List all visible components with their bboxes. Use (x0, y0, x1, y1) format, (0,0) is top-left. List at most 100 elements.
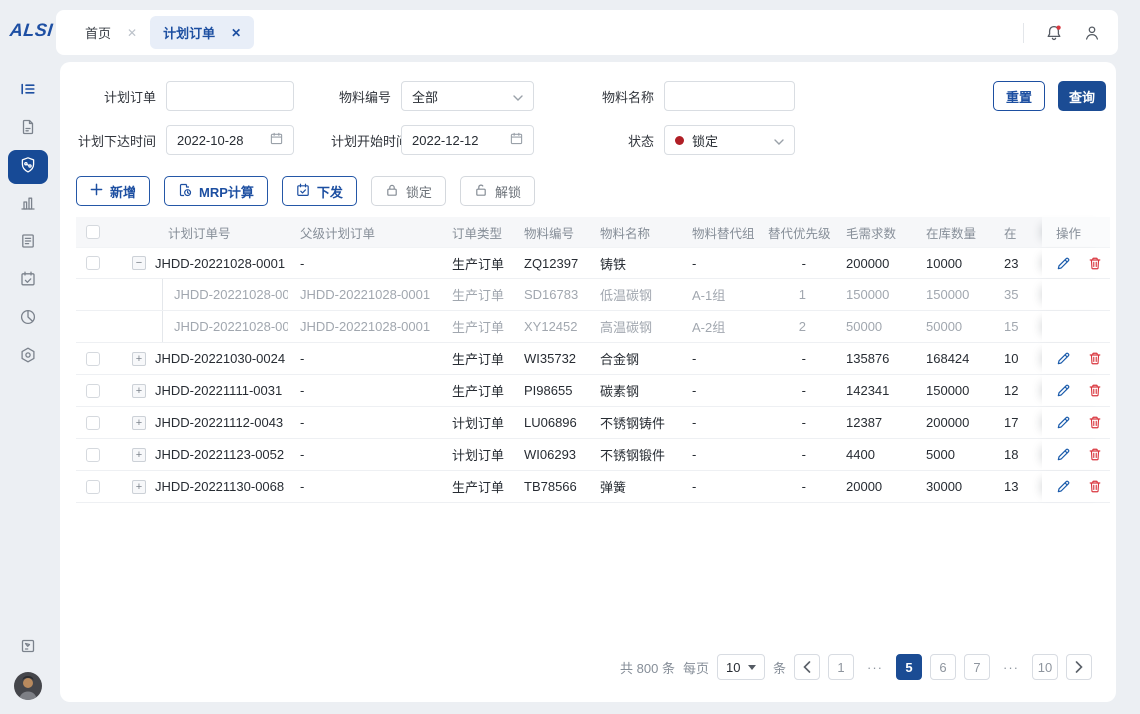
row-checkbox[interactable] (86, 384, 100, 398)
expand-toggle-icon[interactable]: + (132, 416, 146, 430)
tab-close-icon[interactable]: ✕ (231, 26, 241, 40)
substitute-group: - (680, 439, 756, 470)
row-checkbox[interactable] (86, 416, 100, 430)
expand-toggle-icon[interactable]: − (132, 256, 146, 270)
sidebar-item-statistics[interactable] (8, 302, 48, 336)
row-checkbox[interactable] (86, 352, 100, 366)
page-button[interactable]: 5 (896, 654, 922, 680)
mrp-calc-button[interactable]: MRP计算 (164, 176, 268, 206)
edit-icon[interactable] (1056, 479, 1072, 495)
notification-bell-icon[interactable] (1044, 23, 1064, 43)
delete-icon[interactable] (1088, 255, 1104, 271)
delete-icon[interactable] (1088, 479, 1104, 495)
release-button[interactable]: 下发 (282, 176, 357, 206)
table-row: JHDD-20221028-0001-1 JHDD-20221028-0001 … (76, 279, 1110, 311)
sidebar-item-reports[interactable] (8, 188, 48, 222)
prev-page-button[interactable] (794, 654, 820, 680)
material-code-select[interactable]: 全部 (401, 81, 534, 111)
clipped-value: 17 (992, 407, 1042, 438)
unlock-icon (474, 183, 488, 200)
per-page-select[interactable]: 10 (717, 654, 765, 680)
edit-icon[interactable] (1056, 255, 1072, 271)
clipboard-icon (19, 232, 37, 255)
material-name: 碳素钢 (588, 375, 680, 406)
row-checkbox[interactable] (86, 448, 100, 462)
col-substitute-group: 物料替代组 (680, 217, 756, 247)
delete-icon[interactable] (1088, 415, 1104, 431)
page-button[interactable]: 1 (828, 654, 854, 680)
sidebar-item-collapse-menu[interactable] (8, 74, 48, 108)
expand-toggle-icon[interactable]: + (132, 384, 146, 398)
next-page-button[interactable] (1066, 654, 1092, 680)
stock-qty: 10000 (914, 248, 992, 278)
material-code: SD16783 (512, 279, 588, 310)
expand-toggle-icon[interactable]: + (132, 352, 146, 366)
edit-icon[interactable] (1056, 415, 1072, 431)
substitute-priority: - (756, 471, 834, 502)
lock-button[interactable]: 锁定 (371, 176, 446, 206)
expand-toggle-icon[interactable]: + (132, 448, 146, 462)
col-material-code: 物料编号 (512, 217, 588, 247)
total-count: 共 800 条 (620, 658, 675, 677)
sidebar-item-settings[interactable] (8, 340, 48, 374)
unlock-button[interactable]: 解锁 (460, 176, 535, 206)
tab-planned-orders[interactable]: 计划订单 ✕ (150, 16, 254, 49)
substitute-group: A-2组 (680, 311, 756, 342)
plan-order-input[interactable] (166, 81, 294, 111)
select-all-checkbox[interactable] (86, 225, 100, 239)
status-select[interactable]: 锁定 (664, 125, 795, 155)
sidebar-item-schedule[interactable] (8, 264, 48, 298)
pie-chart-icon (19, 308, 37, 331)
substitute-priority: - (756, 407, 834, 438)
sidebar-item-document[interactable] (8, 112, 48, 146)
substitute-group: A-1组 (680, 279, 756, 310)
add-button[interactable]: 新增 (76, 176, 150, 206)
parent-order: JHDD-20221028-0001 (288, 279, 440, 310)
release-date-input[interactable]: 2022-10-28 (166, 125, 294, 155)
row-checkbox[interactable] (86, 480, 100, 494)
start-date-input[interactable]: 2022-12-12 (401, 125, 534, 155)
edit-icon[interactable] (1056, 447, 1072, 463)
material-code: ZQ12397 (512, 248, 588, 278)
gross-demand: 4400 (834, 439, 914, 470)
expand-toggle-icon[interactable]: + (132, 480, 146, 494)
material-name: 不锈钢铸件 (588, 407, 680, 438)
filter-label-release-date: 计划下达时间 (76, 131, 156, 150)
clipped-value: 12 (992, 375, 1042, 406)
col-gross-demand: 毛需求数 (834, 217, 914, 247)
caret-down-icon (748, 665, 756, 670)
calendar-icon (270, 132, 283, 148)
reset-button[interactable]: 重置 (993, 81, 1045, 111)
search-button[interactable]: 查询 (1058, 81, 1106, 111)
settings-icon (19, 346, 37, 369)
edit-icon[interactable] (1056, 383, 1072, 399)
tab-close-icon[interactable]: ✕ (127, 26, 137, 40)
edit-icon[interactable] (1056, 351, 1072, 367)
chevron-down-icon (774, 133, 784, 148)
page-button[interactable]: 10 (1032, 654, 1058, 680)
plan-shield-icon (19, 156, 37, 179)
gross-demand: 142341 (834, 375, 914, 406)
logout-icon[interactable] (18, 636, 38, 656)
material-name-input[interactable] (664, 81, 795, 111)
parent-order: - (288, 471, 440, 502)
avatar[interactable] (14, 672, 42, 700)
order-no: JHDD-20221112-0043 (155, 415, 283, 430)
row-checkbox[interactable] (86, 256, 100, 270)
order-type: 生产订单 (440, 375, 512, 406)
user-profile-icon[interactable] (1082, 23, 1102, 43)
substitute-priority: 2 (756, 311, 834, 342)
tab-home[interactable]: 首页 ✕ (72, 16, 150, 49)
calendar-icon (510, 132, 523, 148)
table-row: + JHDD-20221111-0031 - 生产订单 PI98655 碳素钢 … (76, 375, 1110, 407)
page-button[interactable]: 7 (964, 654, 990, 680)
sidebar-item-lists[interactable] (8, 226, 48, 260)
sidebar-item-planning-active[interactable] (8, 150, 48, 184)
page-button[interactable]: 6 (930, 654, 956, 680)
order-no: JHDD-20221130-0068 (155, 479, 284, 494)
delete-icon[interactable] (1088, 383, 1104, 399)
filter-label-start-date: 计划开始时间 (331, 131, 391, 150)
material-code: PI98655 (512, 375, 588, 406)
delete-icon[interactable] (1088, 351, 1104, 367)
delete-icon[interactable] (1088, 447, 1104, 463)
